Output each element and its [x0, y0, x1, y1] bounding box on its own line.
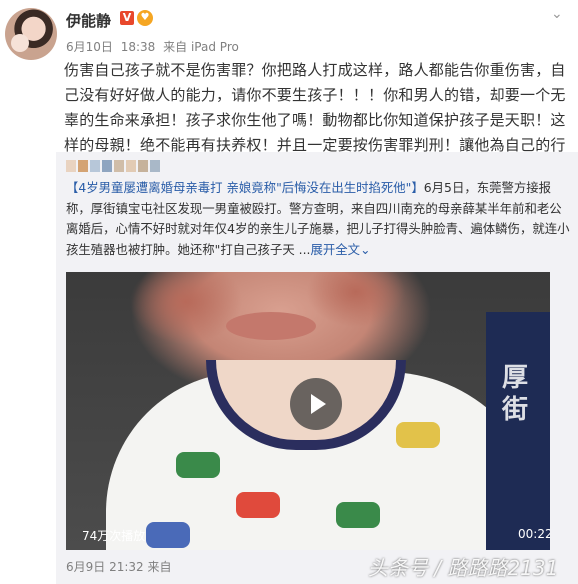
repost-meta: 6月9日 21:32 来自 [66, 558, 172, 575]
chevron-down-icon[interactable]: ⌄ [551, 6, 563, 22]
verified-icon: V [120, 11, 134, 25]
post-date: 6月10日 [66, 40, 113, 54]
shirt-pattern [396, 422, 440, 448]
repost-username-redacted [66, 160, 160, 172]
thumbnail-detail [226, 312, 316, 340]
video-duration: 00:22 [518, 527, 550, 541]
weibo-post: 伊能静 V ♥ ⌄ 6月10日 18:38 来自 iPad Pro 伤害自己孩子… [0, 0, 578, 584]
repost-headline[interactable]: 【4岁男童屡遭离婚母亲毒打 亲娘竟称"后悔没在出生时掐死他"】 [66, 180, 424, 195]
author-name[interactable]: 伊能静 [66, 10, 111, 31]
fan-badge-icon: ♥ [137, 10, 153, 26]
shirt-pattern [236, 492, 280, 518]
post-meta: 6月10日 18:38 来自 iPad Pro [66, 38, 239, 55]
post-source: 来自 iPad Pro [163, 40, 239, 54]
chevron-down-icon: ⌄ [360, 241, 371, 257]
author-avatar[interactable] [5, 8, 57, 60]
video-views: 74万次播放 [82, 529, 146, 543]
repost-date: 6月9日 [66, 560, 106, 574]
shirt-pattern [176, 452, 220, 478]
play-icon[interactable] [290, 378, 342, 430]
post-time: 18:38 [120, 40, 156, 54]
expand-label: 展开全文 [310, 241, 361, 257]
video-player[interactable]: 厚街 74万次播放 00:22 [66, 272, 550, 550]
shirt-pattern [146, 522, 190, 548]
watermark: 头条号 / 路路路2131 [368, 556, 559, 580]
expand-full-text-link[interactable]: 展开全文⌄ [311, 242, 371, 257]
repost-time: 21:32 [109, 560, 144, 574]
repost-text: 【4岁男童屡遭离婚母亲毒打 亲娘竟称"后悔没在出生时掐死他"】6月5日，东莞警方… [66, 178, 572, 260]
sign-text: 厚街 [502, 363, 529, 425]
shirt-pattern [336, 502, 380, 528]
repost-source: 来自 [147, 560, 172, 574]
repost-card[interactable]: 【4岁男童屡遭离婚母亲毒打 亲娘竟称"后悔没在出生时掐死他"】6月5日，东莞警方… [56, 152, 578, 584]
thumbnail-sign [486, 312, 550, 550]
